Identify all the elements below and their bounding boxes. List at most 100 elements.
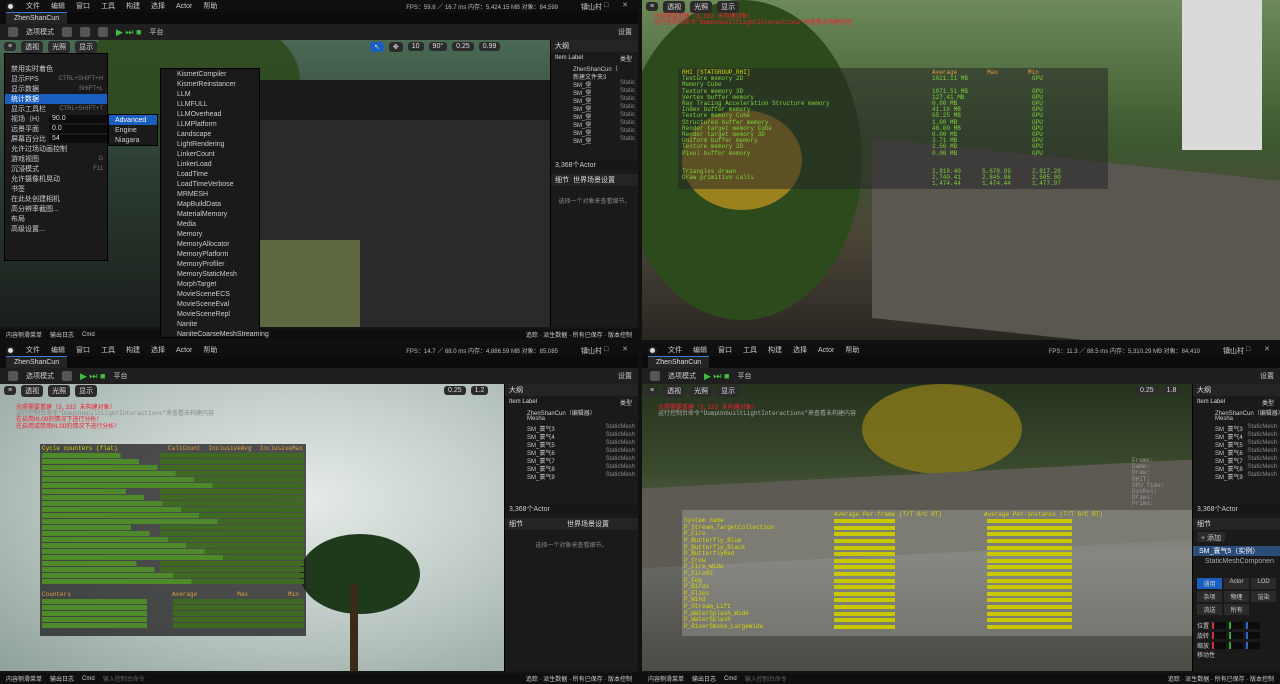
show-button[interactable]: 显示 <box>75 40 98 53</box>
menu-item[interactable]: 在此处创建相机 <box>5 194 107 204</box>
outliner-row[interactable]: SM_寰气8 StaticMesh <box>505 464 638 473</box>
menu-value-field[interactable]: 90.0 <box>49 115 107 123</box>
outliner-row[interactable]: SM_寰气9 StaticMesh <box>1193 472 1280 481</box>
stat-item[interactable]: MovieSceneRepl <box>161 309 259 319</box>
menu-select[interactable]: 选择 <box>151 1 165 11</box>
menu-window[interactable]: 窗口 <box>718 345 732 355</box>
window-controls[interactable]: – □ ✕ <box>586 345 634 353</box>
outliner-row[interactable]: SM_堡 Static <box>551 80 638 89</box>
details-filter-tab[interactable]: 物理 <box>1224 591 1249 602</box>
viewport-options-button[interactable]: ≡ <box>646 386 659 395</box>
menu-file[interactable]: 文件 <box>668 345 682 355</box>
select-icon[interactable]: ↖ <box>370 41 384 52</box>
content-drawer-button[interactable]: 内容侧滑菜单 <box>6 674 42 683</box>
add-component-button[interactable]: + 添加 <box>1197 532 1226 542</box>
outliner-row[interactable]: SM_寰气7 StaticMesh <box>505 456 638 465</box>
camera-speed[interactable]: 1.2 <box>470 386 489 395</box>
stat-item[interactable]: Nanite <box>161 319 259 329</box>
show-button[interactable]: 显示 <box>717 384 740 397</box>
selected-actor[interactable]: SM_寰气5（实例） <box>1193 546 1280 556</box>
stat-item[interactable]: LLMOverhead <box>161 109 259 119</box>
camera-speed[interactable]: 1.8 <box>1162 386 1181 395</box>
menu-item[interactable]: 显示数据 SHIFT+L <box>5 84 107 94</box>
scale-snap[interactable]: 0.25 <box>444 386 466 395</box>
settings-button[interactable]: 设置 <box>1260 371 1280 381</box>
transform-field[interactable] <box>1229 631 1244 639</box>
menu-item[interactable]: 视场（H） 90.0 <box>5 114 107 124</box>
output-log-button[interactable]: 输出日志 <box>50 674 74 683</box>
outliner-row[interactable]: SM_寰气3 StaticMesh <box>1193 424 1280 433</box>
submenu-niagara[interactable]: Niagara <box>109 135 157 145</box>
stat-item[interactable]: MaterialMemory <box>161 209 259 219</box>
stat-item[interactable]: LoadTimeVerbose <box>161 179 259 189</box>
mode-button[interactable]: 选项模式 <box>668 371 696 381</box>
menu-tools[interactable]: 工具 <box>101 345 115 355</box>
details-filter-tab[interactable]: Actor <box>1224 578 1249 589</box>
stat-item[interactable]: LinkerLoad <box>161 159 259 169</box>
menu-item[interactable]: 允许摄像机晃动 <box>5 174 107 184</box>
outliner-row[interactable]: Mesha <box>505 416 638 424</box>
scale-snap[interactable]: 0.25 <box>1136 386 1158 395</box>
add-content-icon[interactable] <box>62 27 72 37</box>
mode-button[interactable]: 选项模式 <box>26 371 54 381</box>
source-control[interactable]: 追踪 · 派生数据 · 所有已保存 · 版本控制 <box>1168 674 1280 683</box>
lit-button[interactable]: 光照 <box>48 384 71 397</box>
perspective-button[interactable]: 透视 <box>663 384 686 397</box>
menu-actor[interactable]: Actor <box>818 347 834 354</box>
outliner-row[interactable]: 新建文件夹3 <box>551 72 638 81</box>
menu-build[interactable]: 构建 <box>126 345 140 355</box>
stat-item[interactable]: LightRendering <box>161 139 259 149</box>
blueprint-icon[interactable] <box>80 27 90 37</box>
camera-speed[interactable]: 0.99 <box>478 42 501 51</box>
move-icon[interactable]: ✥ <box>388 41 403 52</box>
viewport-top-right[interactable]: ≡ 透视 光照 显示 光照需要重建（3,333 未构建对象） 运行控制台命令"Du… <box>642 0 1280 340</box>
outliner-row[interactable]: SM_堡 Static <box>551 128 638 137</box>
outliner-row[interactable]: SM_堡 Static <box>551 96 638 105</box>
menu-item[interactable]: 沉浸模式 F11 <box>5 164 107 174</box>
stat-item[interactable]: MapBuildData <box>161 199 259 209</box>
menu-item[interactable] <box>5 54 107 64</box>
stat-item[interactable]: NaniteCoarseMeshStreaming <box>161 329 269 339</box>
transform-field[interactable] <box>1212 631 1227 639</box>
outliner-row[interactable]: SM_堡 Static <box>551 104 638 113</box>
cmd-button[interactable]: Cmd <box>724 676 737 682</box>
level-tab[interactable]: ZhenShanCun <box>6 356 68 368</box>
stat-item[interactable]: MemoryAllocator <box>161 239 259 249</box>
perspective-button[interactable]: 透视 <box>21 40 44 53</box>
stat-item[interactable]: Memory <box>161 229 259 239</box>
transform-field[interactable] <box>1246 631 1261 639</box>
outliner-row[interactable]: SM_堡 Static <box>551 112 638 121</box>
mode-button[interactable]: 选项模式 <box>26 27 54 37</box>
cmd-button[interactable]: Cmd <box>82 332 95 338</box>
stat-item[interactable]: LLM <box>161 89 259 99</box>
cmd-input[interactable]: 输入控制台命令 <box>103 674 145 683</box>
stat-item[interactable]: Media <box>161 219 259 229</box>
outliner-row[interactable]: SM_寰气4 StaticMesh <box>1193 432 1280 441</box>
stat-item[interactable]: MemoryStaticMesh <box>161 269 259 279</box>
menu-item[interactable]: 显示FPS CTRL+SHIFT+H <box>5 74 107 84</box>
lit-button[interactable]: 光照 <box>690 384 713 397</box>
outliner-row[interactable]: SM_寰气8 StaticMesh <box>1193 464 1280 473</box>
menu-item[interactable]: 高级设置... <box>5 224 107 234</box>
menu-tools[interactable]: 工具 <box>101 1 115 11</box>
window-controls[interactable]: – □ ✕ <box>586 1 634 9</box>
perspective-button[interactable]: 透视 <box>663 0 686 13</box>
output-log-button[interactable]: 输出日志 <box>50 330 74 339</box>
viewport-options-button[interactable]: ≡ <box>4 42 17 51</box>
save-icon[interactable] <box>8 27 18 37</box>
platform-button[interactable]: 平台 <box>737 371 751 381</box>
play-icon[interactable]: ▶ ⏭ ■ <box>704 371 729 382</box>
outliner-row[interactable]: SM_寰气9 StaticMesh <box>505 472 638 481</box>
save-icon[interactable] <box>8 371 18 381</box>
menu-build[interactable]: 构建 <box>126 1 140 11</box>
viewport-options-button[interactable]: ≡ <box>646 2 659 11</box>
outliner-row[interactable]: ZhenShanCun（编辑器） <box>1193 408 1280 417</box>
play-icon[interactable]: ▶ ⏭ ■ <box>80 371 105 382</box>
source-control[interactable]: 追踪 · 派生数据 · 所有已保存 · 版本控制 <box>526 330 638 339</box>
outliner-row[interactable]: SM_堡 Static <box>551 136 638 145</box>
menu-item[interactable]: 布局 <box>5 214 107 224</box>
perspective-button[interactable]: 透视 <box>21 384 44 397</box>
outliner-row[interactable]: Mesha <box>1193 416 1280 424</box>
settings-button[interactable]: 设置 <box>618 371 638 381</box>
menu-item[interactable]: 允许过场动画控制 <box>5 144 107 154</box>
